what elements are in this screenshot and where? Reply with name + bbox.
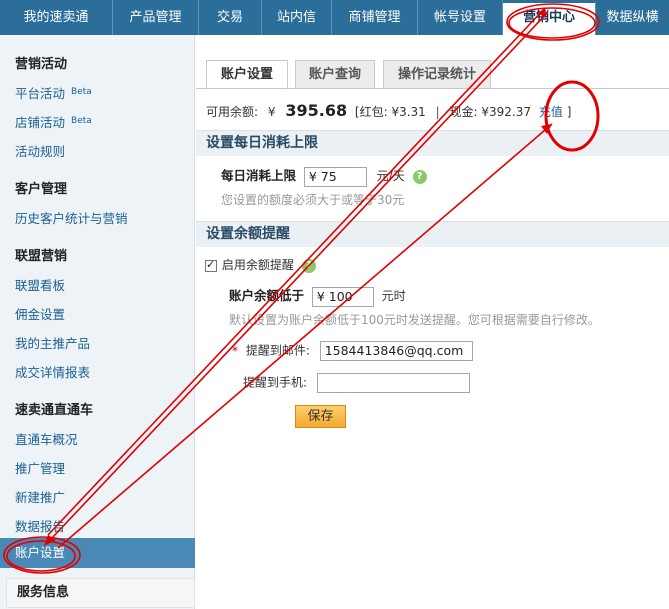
daily-limit-label: 每日消耗上限 xyxy=(221,168,297,183)
sidebar-item-transaction-report[interactable]: 成交详情报表 xyxy=(15,362,90,381)
nav-account-settings[interactable]: 帐号设置 xyxy=(418,0,503,35)
beta-badge: Beta xyxy=(71,116,92,126)
sidebar-item-account-settings[interactable]: 账户设置 xyxy=(0,538,195,568)
sidebar-section-title: 营销活动 xyxy=(15,57,68,72)
balance-amount: 395.68 xyxy=(285,101,348,120)
balance-label: 可用余额: xyxy=(206,105,259,119)
tab-account-query[interactable]: 账户查询 xyxy=(295,60,375,89)
email-label: 提醒到邮件: xyxy=(245,343,310,358)
red-packet-balance: [红包: ¥3.31 xyxy=(354,105,426,119)
daily-limit-hint: 您设置的额度必须大于或等于30元 xyxy=(221,193,405,207)
sidebar-item-commission-settings[interactable]: 佣金设置 xyxy=(15,304,65,323)
sidebar: 营销活动 平台活动 Beta 店铺活动 Beta 活动规则 客户管理 历史客户统计与… xyxy=(0,35,195,609)
main-content: 账户设置 账户查询 操作记录统计 可用余额: ¥ 395.68 [红包: ¥3.… xyxy=(196,35,669,609)
daily-limit-unit: 元/天 xyxy=(376,169,405,183)
daily-limit-row: 每日消耗上限 ¥ 75 元/天 ? xyxy=(221,165,427,187)
nav-store-management[interactable]: 商铺管理 xyxy=(332,0,418,35)
sidebar-item-affiliate-dashboard[interactable]: 联盟看板 xyxy=(15,275,65,294)
threshold-unit: 元时 xyxy=(381,289,406,303)
phone-label: 提醒到手机: xyxy=(243,375,308,390)
sidebar-section-title: 联盟营销 xyxy=(15,249,68,264)
recharge-link[interactable]: 充值 xyxy=(539,105,563,119)
threshold-label: 账户余额低于 xyxy=(229,288,305,303)
balance-summary: 可用余额: ¥ 395.68 [红包: ¥3.31 | 现金: ¥392.37 … xyxy=(206,101,571,120)
sidebar-section-title: 速卖通直通车 xyxy=(15,403,94,418)
sidebar-item-promotion-management[interactable]: 推广管理 xyxy=(15,458,65,477)
top-nav: 我的速卖通 产品管理 交易 站内信 商铺管理 帐号设置 营销中心 数据纵横 xyxy=(0,0,669,35)
sidebar-section-title: 客户管理 xyxy=(15,182,68,197)
nav-product-management[interactable]: 产品管理 xyxy=(113,0,199,35)
nav-trade[interactable]: 交易 xyxy=(199,0,262,35)
nav-data-analytics[interactable]: 数据纵横 xyxy=(596,0,669,35)
section-balance-alert-title: 设置余额提醒 xyxy=(196,221,669,247)
help-icon[interactable]: ? xyxy=(412,169,427,184)
enable-alert-label: 启用余额提醒 xyxy=(221,258,294,272)
save-button[interactable]: 保存 xyxy=(295,405,346,428)
sidebar-item-label: 平台活动 xyxy=(15,86,66,101)
tab-account-settings[interactable]: 账户设置 xyxy=(206,60,288,90)
sidebar-item-featured-products[interactable]: 我的主推产品 xyxy=(15,333,90,352)
nav-messages[interactable]: 站内信 xyxy=(262,0,332,35)
email-row: * 提醒到邮件: 1584413846@qq.com xyxy=(232,341,473,361)
threshold-input[interactable]: ¥ 100 xyxy=(311,286,374,307)
nav-my-aliexpress[interactable]: 我的速卖通 xyxy=(0,0,113,35)
enable-alert-row: 启用余额提醒 ? xyxy=(205,256,316,273)
sidebar-item-customer-history[interactable]: 历史客户统计与营销 xyxy=(15,208,128,227)
section-daily-limit-title: 设置每日消耗上限 xyxy=(196,130,669,156)
sidebar-item-p4p-overview[interactable]: 直通车概况 xyxy=(15,429,78,448)
currency-symbol: ¥ xyxy=(267,105,276,119)
threshold-row: 账户余额低于 ¥ 100 元时 xyxy=(229,285,406,307)
sidebar-section-service-info[interactable]: 服务信息 xyxy=(6,578,195,608)
threshold-hint: 默认设置为账户余额低于100元时发送提醒。您可根据需要自行修改。 xyxy=(229,313,600,327)
daily-limit-input[interactable]: ¥ 75 xyxy=(303,166,367,187)
nav-marketing-center[interactable]: 营销中心 xyxy=(503,0,596,35)
balance-divider: | xyxy=(435,105,440,119)
cash-balance: 现金: ¥392.37 xyxy=(449,105,532,119)
sidebar-item-label: 店铺活动 xyxy=(15,115,66,130)
sidebar-item-platform-activity[interactable]: 平台活动 Beta xyxy=(15,83,92,102)
tab-divider xyxy=(196,88,669,89)
tab-operation-log[interactable]: 操作记录统计 xyxy=(383,60,491,89)
sidebar-item-activity-rules[interactable]: 活动规则 xyxy=(15,141,65,160)
sidebar-item-store-activity[interactable]: 店铺活动 Beta xyxy=(15,112,92,131)
help-icon[interactable]: ? xyxy=(301,258,316,273)
beta-badge: Beta xyxy=(71,87,92,97)
phone-row: 提醒到手机: xyxy=(243,373,470,393)
sidebar-item-data-report[interactable]: 数据报告 xyxy=(15,516,65,535)
email-input[interactable]: 1584413846@qq.com xyxy=(319,341,473,361)
required-mark: * xyxy=(232,343,238,358)
sidebar-item-new-promotion[interactable]: 新建推广 xyxy=(15,487,65,506)
phone-input[interactable] xyxy=(316,373,470,393)
balance-close-bracket: ] xyxy=(566,105,572,119)
enable-alert-checkbox[interactable] xyxy=(205,258,217,272)
